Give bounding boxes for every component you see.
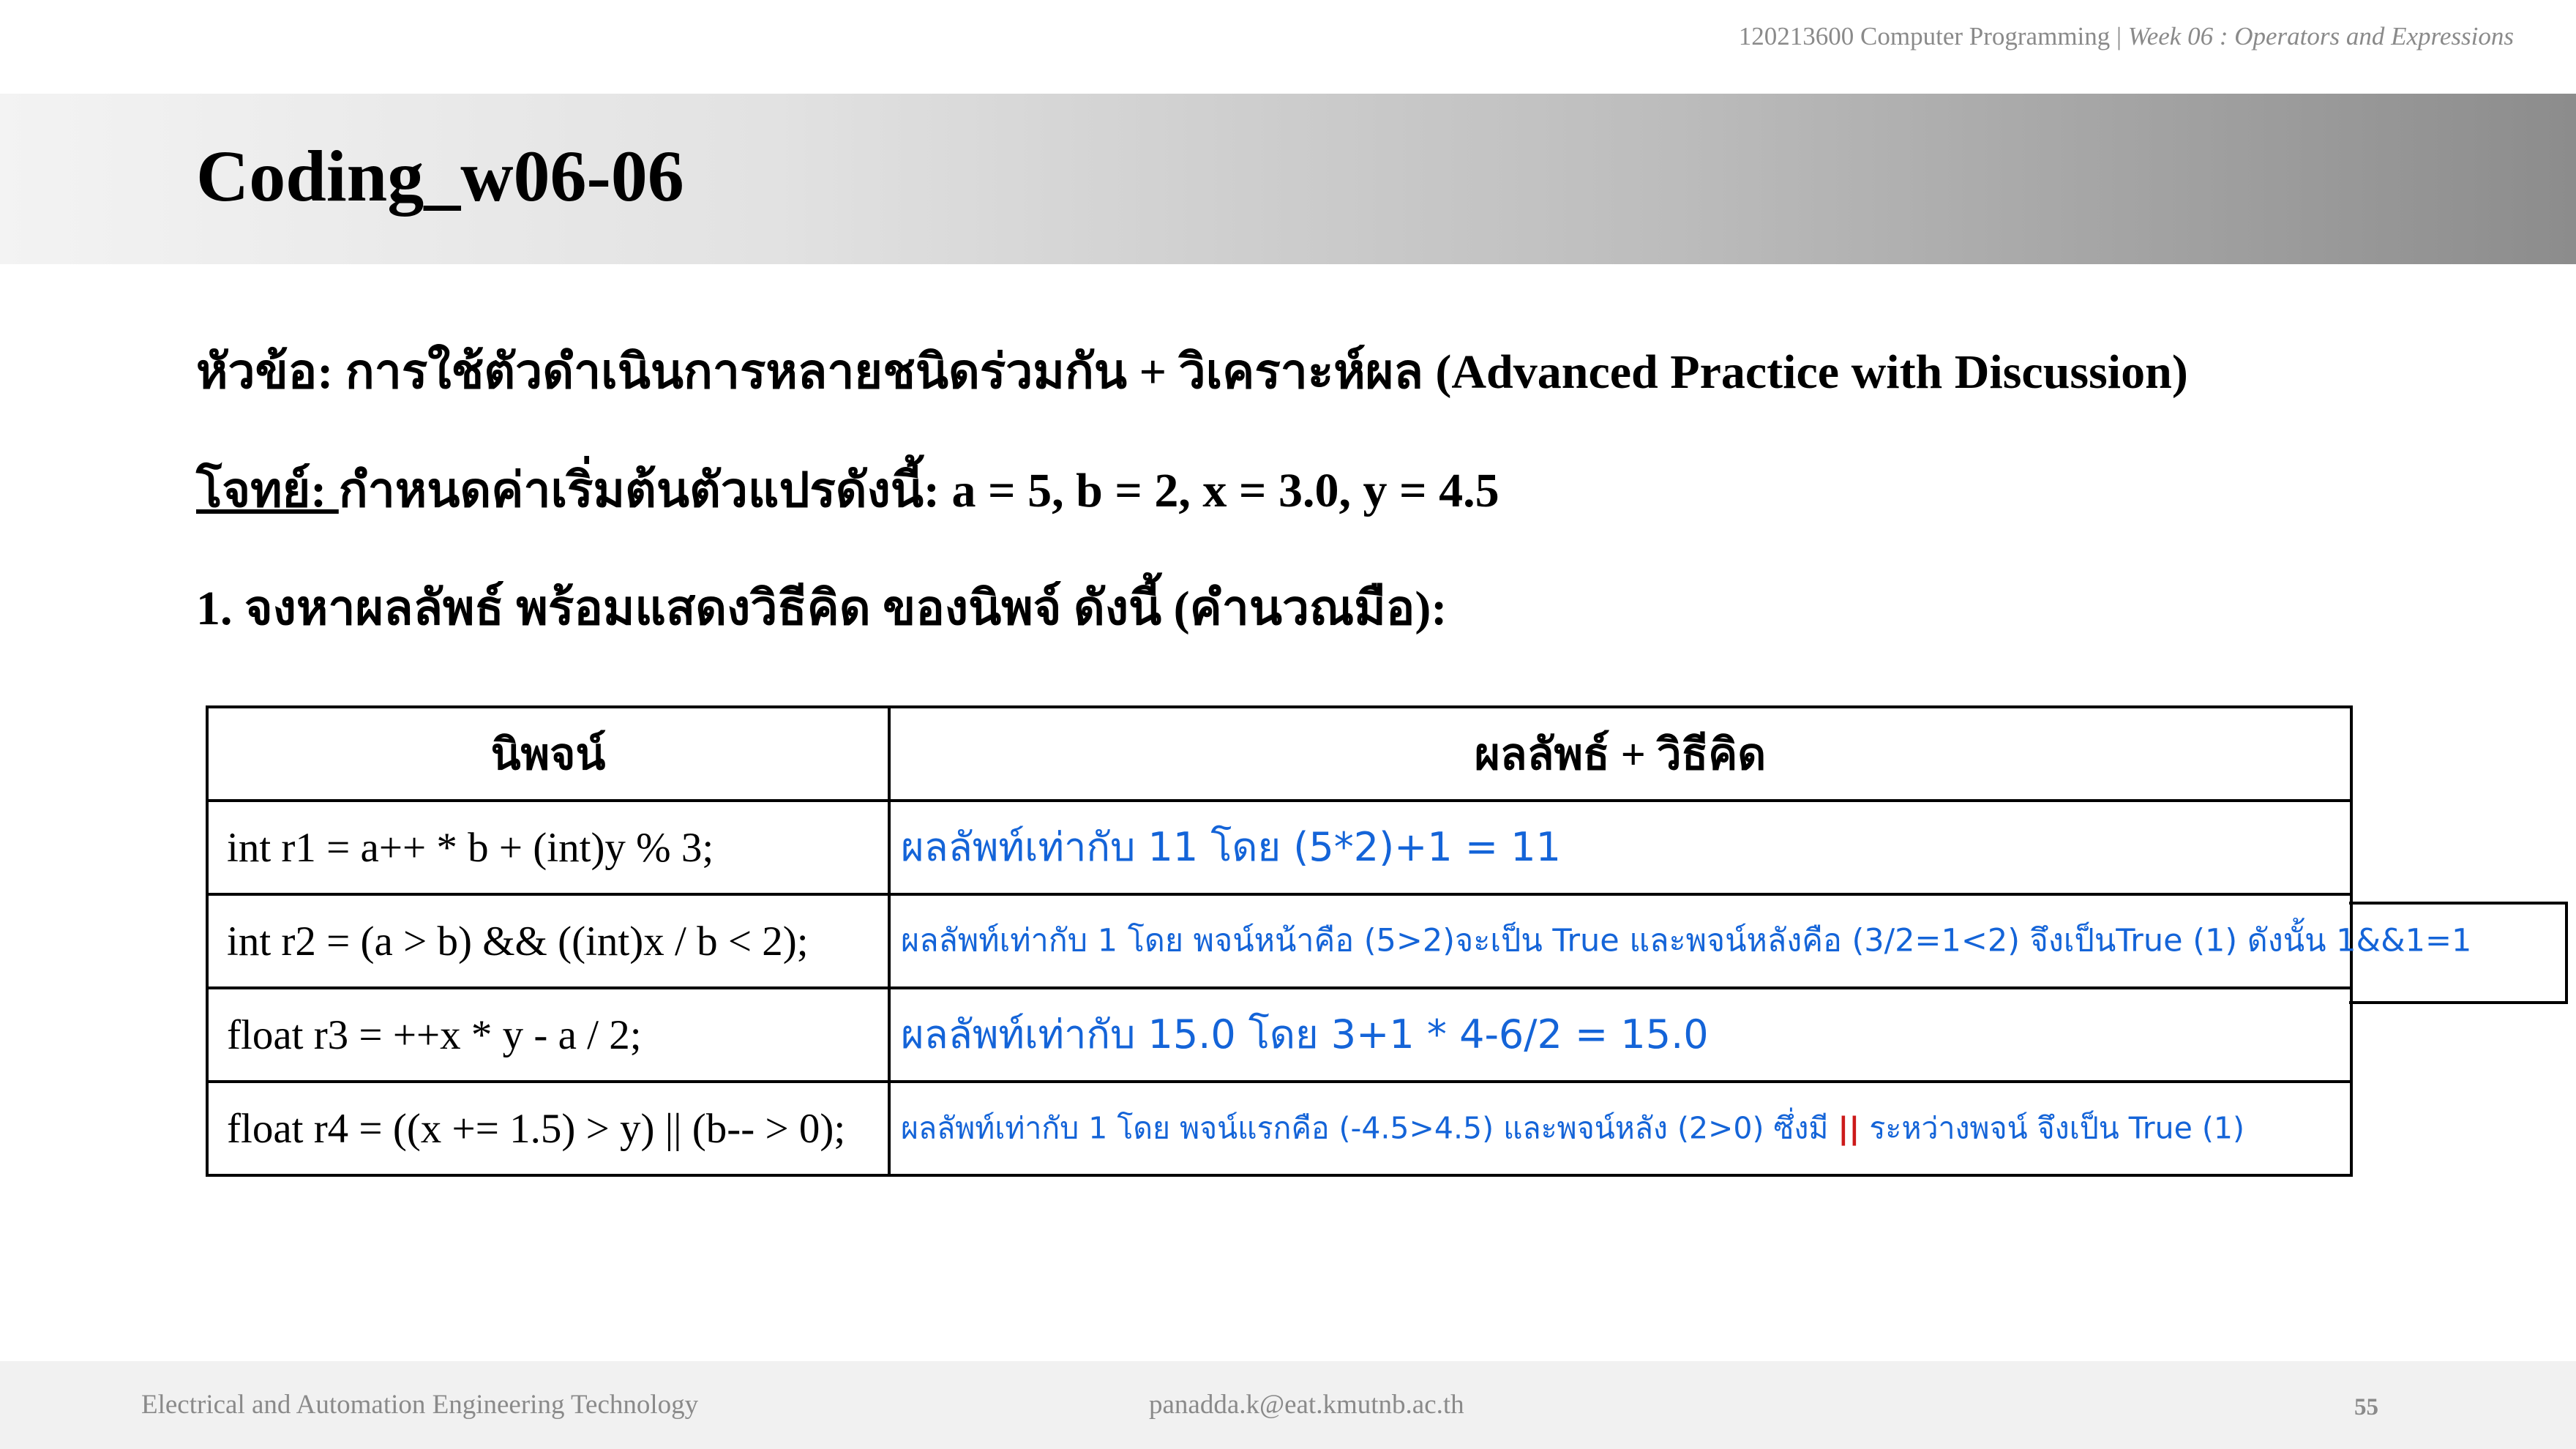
table-header-row: นิพจน์ ผลลัพธ์ + วิธีคิด [206, 705, 2353, 802]
course-name: 120213600 Computer Programming [1738, 22, 2111, 50]
answer-cell: ผลลัพท์เท่ากับ 11 โดย (5*2)+1 = 11 [888, 799, 2353, 896]
handwritten-answer: ผลลัพท์เท่ากับ 11 โดย (5*2)+1 = 11 [901, 824, 1562, 870]
topic-line: หัวข้อ: การใช้ตัวดำเนินการหลายชนิดร่วมกั… [196, 345, 2188, 399]
table-row: float r3 = ++x * y - a / 2; ผลลัพท์เท่าก… [206, 986, 2353, 1083]
answer-cell: ผลลัพท์เท่ากับ 15.0 โดย 3+1 * 4-6/2 = 15… [888, 986, 2353, 1083]
expression-cell: float r3 = ++x * y - a / 2; [206, 986, 891, 1083]
footer-email: panadda.k@eat.kmutnb.ac.th [1149, 1390, 1464, 1420]
handwritten-answer: ผลลัพท์เท่ากับ 1 โดย พจน์หน้าคือ (5>2)จะ… [901, 922, 2472, 959]
expression-cell: int r2 = (a > b) && ((int)x / b < 2); [206, 893, 891, 989]
course-header: 120213600 Computer Programming | Week 06… [1739, 22, 2514, 51]
page-number: 55 [2354, 1394, 2378, 1420]
expression-table: นิพจน์ ผลลัพธ์ + วิธีคิด int r1 = a++ * … [206, 705, 2471, 1177]
footer-department: Electrical and Automation Engineering Te… [141, 1390, 699, 1420]
header-separator: | [2110, 22, 2128, 50]
answer-cell: ผลลัพท์เท่ากับ 1 โดย พจน์หน้าคือ (5>2)จะ… [888, 893, 2471, 989]
handwritten-answer: ผลลัพท์เท่ากับ 1 โดย พจน์แรกคือ (-4.5>4.… [901, 1110, 2244, 1146]
expression-cell: int r1 = a++ * b + (int)y % 3; [206, 799, 891, 896]
header-result: ผลลัพธ์ + วิธีคิด [888, 705, 2353, 802]
extended-answer-box [2349, 902, 2568, 1004]
answer-part: ผลลัพท์เท่ากับ 1 โดย พจน์แรกคือ (-4.5>4.… [901, 1110, 1838, 1146]
header-expression: นิพจน์ [206, 705, 891, 802]
expression-cell: float r4 = ((x += 1.5) > y) || (b-- > 0)… [206, 1080, 891, 1177]
table-row: int r2 = (a > b) && ((int)x / b < 2); ผล… [206, 893, 2471, 989]
handwritten-answer: ผลลัพท์เท่ากับ 15.0 โดย 3+1 * 4-6/2 = 15… [901, 1011, 1709, 1057]
instruction-line: 1. จงหาผลลัพธ์ พร้อมแสดงวิธีคิด ของนิพจ์… [196, 582, 1448, 635]
table-row: int r1 = a++ * b + (int)y % 3; ผลลัพท์เท… [206, 799, 2353, 896]
slide-title: Coding_w06-06 [196, 135, 684, 217]
problem-label: โจทย์: [196, 464, 339, 517]
table-row: float r4 = ((x += 1.5) > y) || (b-- > 0)… [206, 1080, 2353, 1177]
answer-part: ระหว่างพจน์ จึงเป็น True (1) [1860, 1110, 2244, 1146]
week-title: Week 06 : Operators and Expressions [2127, 22, 2514, 50]
problem-line: โจทย์: กำหนดค่าเริ่มต้นตัวแปรดังนี้: a =… [196, 452, 1499, 528]
problem-text: กำหนดค่าเริ่มต้นตัวแปรดังนี้: a = 5, b =… [338, 464, 1499, 517]
answer-cell: ผลลัพท์เท่ากับ 1 โดย พจน์แรกคือ (-4.5>4.… [888, 1080, 2353, 1177]
red-or-mark: || [1838, 1110, 1860, 1146]
